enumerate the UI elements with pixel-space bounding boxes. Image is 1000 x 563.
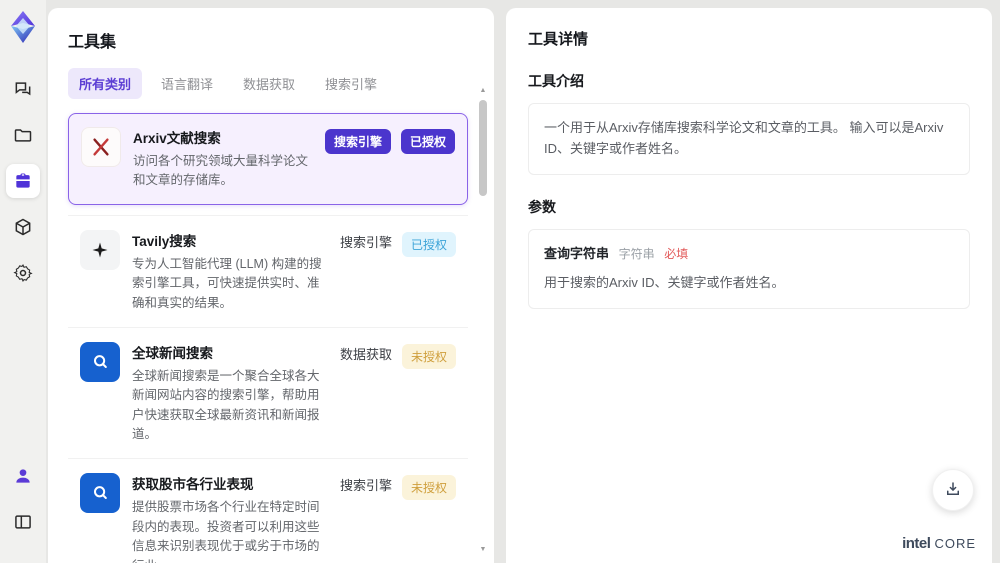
tab-language-translation[interactable]: 语言翻译 [150,68,224,99]
scroll-up-icon[interactable]: ▲ [480,86,487,96]
param-description: 用于搜索的Arxiv ID、关键字或作者姓名。 [544,275,785,291]
tool-detail-panel: 工具详情 工具介绍 一个用于从Arxiv存储库搜索科学论文和文章的工具。 输入可… [506,8,992,563]
tool-name: Arxiv文献搜索 [133,131,221,146]
params-heading: 参数 [528,198,556,215]
sidebar-item-chat[interactable] [6,72,40,106]
tool-name: 全球新闻搜索 [132,345,213,361]
auth-status-badge: 未授权 [401,475,456,501]
tool-description: 提供股票市场各个行业在特定时间段内的表现。投资者可以利用这些信息来识别表现优于或… [132,500,320,563]
sidebar-item-profile[interactable] [6,459,40,493]
sidebar-item-files[interactable] [6,118,40,152]
download-icon [944,480,962,501]
tool-description: 专为人工智能代理 (LLM) 构建的搜索引擎工具，可快速提供实时、准确和真实的结… [132,256,322,310]
cube-icon [13,217,33,237]
folder-icon [13,125,33,145]
list-scrollbar[interactable]: ▲ ▼ [478,86,488,555]
tab-data-fetch[interactable]: 数据获取 [232,68,306,99]
gear-icon [13,263,33,283]
core-wordmark: CORE [934,536,976,551]
auth-status-badge: 未授权 [401,343,456,369]
toolset-panel: 工具集 所有类别 语言翻译 数据获取 搜索引擎 Arxiv文献搜索 访问各个研究… [48,8,494,563]
avatar-icon [13,466,33,486]
app-logo-icon[interactable] [8,10,38,44]
auth-status-badge: 已授权 [401,231,456,257]
detail-title: 工具详情 [528,31,589,48]
param-box: 查询字符串 字符串 必填 用于搜索的Arxiv ID、关键字或作者姓名。 [528,228,970,310]
category-label: 搜索引擎 [339,234,392,250]
scroll-down-icon[interactable]: ▼ [480,545,487,555]
scrollbar-thumb[interactable] [479,100,487,196]
category-label: 数据获取 [339,346,392,362]
tool-list-item-tavily[interactable]: Tavily搜索 专为人工智能代理 (LLM) 构建的搜索引擎工具，可快速提供实… [68,216,468,328]
panel-collapse-icon [13,512,33,532]
tool-name: 获取股市各行业表现 [132,477,254,493]
intro-box: 一个用于从Arxiv存储库搜索科学论文和文章的工具。 输入可以是Arxiv ID… [528,103,970,175]
left-rail [0,0,46,563]
download-button[interactable] [932,469,974,511]
tool-list-item-sector-performance[interactable]: 获取股市各行业表现 提供股票市场各个行业在特定时间段内的表现。投资者可以利用这些… [68,459,468,563]
blue-search-logo-icon [80,473,120,514]
tool-name: Tavily搜索 [132,233,197,249]
scrollbar-track[interactable] [479,96,487,545]
sidebar-item-settings[interactable] [6,256,40,290]
blue-search-logo-icon [80,341,120,382]
sidebar-item-toolset[interactable] [6,164,40,198]
tool-description: 访问各个研究领域大量科学论文和文章的存储库。 [133,154,309,188]
sidebar-item-packages[interactable] [6,210,40,244]
intro-heading: 工具介绍 [528,73,584,89]
briefcase-icon [13,171,33,191]
tool-description: 全球新闻搜索是一个聚合全球各大新闻网站内容的搜索引擎，帮助用户快速获取全球最新资… [132,368,320,441]
tool-list: Tavily搜索 专为人工智能代理 (LLM) 构建的搜索引擎工具，可快速提供实… [68,214,468,563]
tab-all-categories[interactable]: 所有类别 [68,68,143,99]
arxiv-logo-icon [81,127,121,167]
category-label: 搜索引擎 [339,478,392,494]
category-badge: 搜索引擎 [324,129,391,154]
category-tabs: 所有类别 语言翻译 数据获取 搜索引擎 [68,68,468,99]
chat-bubbles-icon [13,79,33,99]
sidebar-item-collapse[interactable] [6,505,40,539]
intel-core-logo: intel CORE [902,536,976,551]
param-required-flag: 必填 [664,246,689,261]
sparkle-logo-icon [80,229,120,270]
app-root: 工具集 所有类别 语言翻译 数据获取 搜索引擎 Arxiv文献搜索 访问各个研究… [0,0,1000,563]
auth-status-badge: 已授权 [400,129,455,154]
param-type: 字符串 [618,246,655,261]
tab-search-engine[interactable]: 搜索引擎 [314,68,388,99]
tool-list-item-arxiv[interactable]: Arxiv文献搜索 访问各个研究领域大量科学论文和文章的存储库。 搜索引擎 已授… [68,113,468,205]
param-name: 查询字符串 [544,245,610,261]
toolset-title: 工具集 [68,34,117,51]
intel-wordmark: intel [902,535,931,552]
tool-list-item-global-news[interactable]: 全球新闻搜索 全球新闻搜索是一个聚合全球各大新闻网站内容的搜索引擎，帮助用户快速… [68,328,468,460]
